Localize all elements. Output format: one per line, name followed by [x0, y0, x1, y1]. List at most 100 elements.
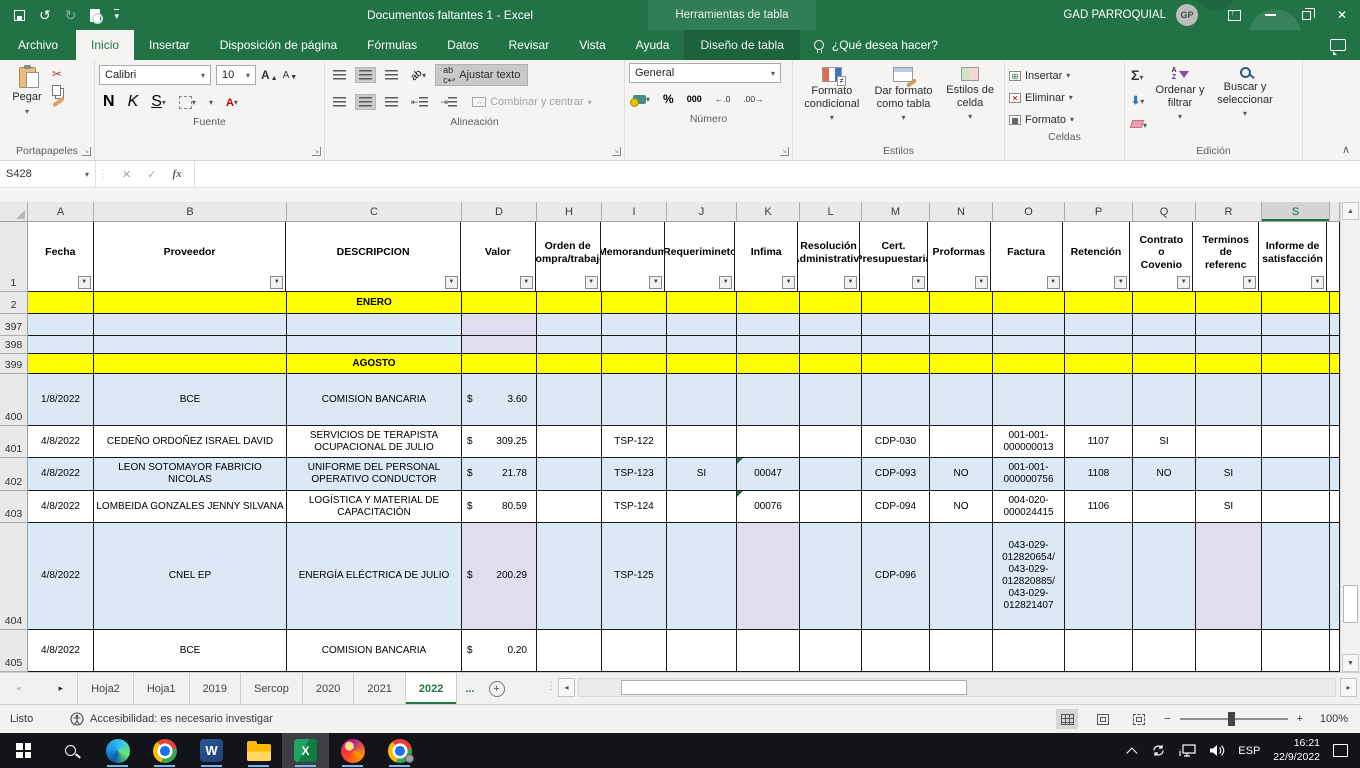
cell[interactable]	[667, 354, 737, 374]
filter-button[interactable]: ▼	[1311, 276, 1324, 289]
cell[interactable]: CDP-094	[862, 491, 930, 523]
shrink-font-button[interactable]: A▼	[283, 70, 298, 81]
header-cell[interactable]: Terminos de referenc▼	[1193, 222, 1259, 292]
cell[interactable]: SI	[1133, 426, 1196, 458]
cell[interactable]: 4/8/2022	[28, 491, 94, 523]
row-header[interactable]: 401	[0, 426, 28, 458]
cell[interactable]: COMISION BANCARIA	[287, 374, 462, 426]
cell[interactable]	[667, 336, 737, 354]
header-cell[interactable]: Retención▼	[1063, 222, 1131, 292]
clock[interactable]: 16:2122/9/2022	[1273, 737, 1320, 763]
header-cell[interactable]: Informe de satisfacción▼	[1259, 222, 1327, 292]
taskbar-firefox[interactable]	[329, 733, 376, 768]
dialog-launcher-icon[interactable]	[780, 147, 789, 156]
cell[interactable]	[602, 314, 667, 336]
cell[interactable]	[667, 374, 737, 426]
tabbar-resize-handle[interactable]: ⋮	[546, 681, 556, 692]
sheet-tab-2021[interactable]: 2021	[354, 673, 405, 704]
column-header[interactable]: R	[1196, 202, 1262, 222]
hscroll-right-icon[interactable]: ▸	[1340, 678, 1357, 697]
wrap-text-button[interactable]: abc↩Ajustar texto	[435, 64, 528, 86]
start-button[interactable]	[0, 733, 47, 768]
cell[interactable]: ENERGÍA ELÉCTRICA DE JULIO	[287, 523, 462, 630]
header-cell[interactable]: Factura▼	[991, 222, 1063, 292]
filter-button[interactable]: ▼	[1047, 276, 1060, 289]
tab-inicio[interactable]: Inicio	[76, 30, 134, 60]
cell[interactable]	[602, 336, 667, 354]
underline-button[interactable]: S▾	[147, 90, 170, 114]
taskbar-search-button[interactable]	[47, 733, 94, 768]
cell[interactable]: 4/8/2022	[28, 458, 94, 491]
row-header[interactable]: 405	[0, 630, 28, 672]
accounting-format-button[interactable]: ▾	[629, 92, 654, 107]
cell[interactable]: COMISION BANCARIA	[287, 630, 462, 672]
cell[interactable]	[930, 630, 993, 672]
increase-decimal-button[interactable]: ←.0	[711, 91, 735, 107]
column-header[interactable]: L	[800, 202, 862, 222]
sync-icon[interactable]	[1151, 743, 1166, 758]
column-header[interactable]: H	[537, 202, 602, 222]
cell[interactable]	[1330, 630, 1340, 672]
cell[interactable]: $309.25	[462, 426, 537, 458]
tab-archivo[interactable]: Archivo	[0, 30, 76, 60]
cell[interactable]	[737, 426, 800, 458]
dialog-launcher-icon[interactable]	[82, 147, 91, 156]
cell[interactable]: BCE	[94, 630, 287, 672]
tab-vista[interactable]: Vista	[564, 30, 620, 60]
header-cell[interactable]: Memorandum▼	[601, 222, 666, 292]
cell[interactable]: TSP-122	[602, 426, 667, 458]
cell[interactable]	[930, 354, 993, 374]
tab-diseno-de-tabla[interactable]: Diseño de tabla	[684, 30, 799, 60]
cell[interactable]	[800, 292, 862, 314]
sheet-tab-hoja2[interactable]: Hoja2	[77, 673, 134, 704]
cell[interactable]: 4/8/2022	[28, 630, 94, 672]
column-header[interactable]: D	[462, 202, 537, 222]
row-header[interactable]: 398	[0, 336, 28, 354]
cell[interactable]	[993, 314, 1065, 336]
row-header[interactable]: 400	[0, 374, 28, 426]
header-cell[interactable]: Resolución Administrativa▼	[798, 222, 860, 292]
cell[interactable]	[1330, 426, 1340, 458]
tab-insertar[interactable]: Insertar	[134, 30, 205, 60]
cell[interactable]	[800, 314, 862, 336]
header-cell[interactable]: Valor▼	[461, 222, 536, 292]
cell[interactable]	[537, 523, 602, 630]
cell[interactable]	[737, 292, 800, 314]
filter-button[interactable]: ▼	[719, 276, 732, 289]
cell[interactable]	[993, 336, 1065, 354]
cell[interactable]	[862, 292, 930, 314]
namebox-resize-handle[interactable]: ⋮	[96, 161, 110, 187]
cell[interactable]	[930, 292, 993, 314]
cell[interactable]	[537, 491, 602, 523]
cell[interactable]: 001-001-000000756	[993, 458, 1065, 491]
cell[interactable]	[1262, 491, 1330, 523]
filter-button[interactable]: ▼	[585, 276, 598, 289]
horizontal-scrollbar[interactable]	[578, 678, 1336, 697]
cell[interactable]	[462, 354, 537, 374]
filter-button[interactable]: ▼	[1177, 276, 1190, 289]
scroll-down-icon[interactable]: ▼	[1342, 654, 1359, 672]
percent-style-button[interactable]: %	[659, 89, 678, 109]
ribbon-display-options-button[interactable]	[1216, 0, 1252, 30]
column-header[interactable]: K	[737, 202, 800, 222]
name-box[interactable]: S428▾	[0, 161, 96, 187]
cell[interactable]	[462, 336, 537, 354]
account-name[interactable]: GAD PARROQUIAL	[1063, 9, 1166, 21]
taskbar-chrome[interactable]	[141, 733, 188, 768]
zoom-slider[interactable]	[1180, 718, 1288, 720]
cell[interactable]: 001-001-000000013	[993, 426, 1065, 458]
format-painter-icon[interactable]	[52, 97, 65, 108]
cell[interactable]: NO	[930, 491, 993, 523]
align-bottom-button[interactable]	[381, 67, 402, 83]
header-cell[interactable]: Requerimineto▼	[665, 222, 735, 292]
column-header[interactable]: C	[287, 202, 462, 222]
italic-button[interactable]: K	[124, 90, 143, 114]
row-header[interactable]: 2	[0, 292, 28, 314]
cell[interactable]: CDP-030	[862, 426, 930, 458]
cell[interactable]	[1262, 336, 1330, 354]
cell[interactable]	[800, 458, 862, 491]
font-name-select[interactable]: Calibri▾	[99, 65, 211, 85]
speaker-icon[interactable]	[1209, 744, 1225, 757]
cell[interactable]	[1330, 491, 1340, 523]
tab-formulas[interactable]: Fórmulas	[352, 30, 432, 60]
